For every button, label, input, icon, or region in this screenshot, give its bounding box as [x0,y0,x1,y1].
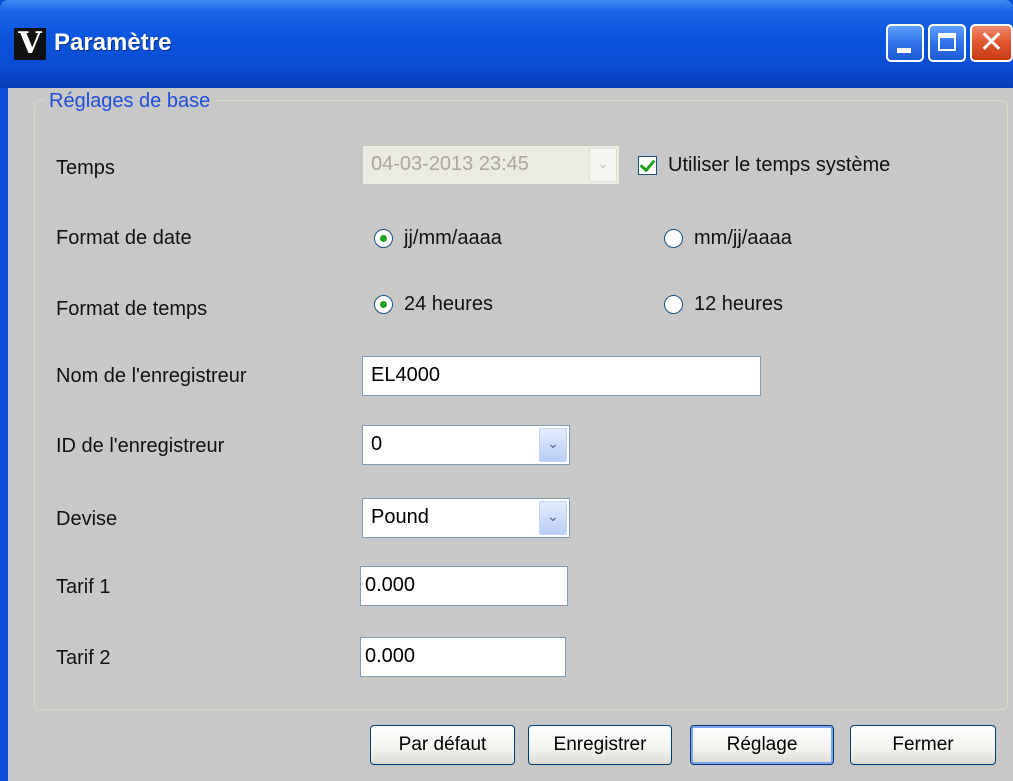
title-bar[interactable]: V Paramètre ✕ [0,0,1013,88]
settings-window: V Paramètre ✕ Réglages de base Temps 04-… [0,0,1013,781]
date-format-ddmmyyyy-label[interactable]: jj/mm/aaaa [404,227,502,250]
save-button[interactable]: Enregistrer [528,725,672,765]
tariff1-input[interactable]: 0.000 [360,566,568,606]
tariff2-value: 0.000 [365,645,416,667]
radio-selected-dot [380,301,387,308]
time-format-24h-label[interactable]: 24 heures [404,293,493,316]
currency-select[interactable]: Pound ⌄ [362,498,570,538]
dialog-body: Réglages de base Temps 04-03-2013 23:45 … [8,88,1013,781]
tariff1-value: 0.000 [365,574,416,596]
time-label: Temps [56,157,115,179]
logger-name-value: EL4000 [371,364,440,386]
logger-id-value: 0 [371,433,383,455]
radio-selected-dot [380,235,387,242]
time-format-12h-radio[interactable] [664,295,683,314]
window-title: Paramètre [54,29,172,56]
checkmark-icon [639,155,656,173]
logger-name-input[interactable]: EL4000 [362,356,761,396]
time-select: 04-03-2013 23:45 ⌄ [362,145,620,185]
chevron-down-icon: ⌄ [589,148,617,182]
minimize-button[interactable] [886,24,924,62]
date-format-mmddyyyy-radio[interactable] [664,229,683,248]
logger-name-label: Nom de l'enregistreur [56,365,247,387]
time-format-12h-label[interactable]: 12 heures [694,293,783,316]
app-logo-icon: V [14,28,46,60]
apply-button[interactable]: Réglage [690,725,834,765]
time-value: 04-03-2013 23:45 [371,153,529,175]
logger-id-label: ID de l'enregistreur [56,435,225,457]
maximize-icon [938,33,956,51]
currency-value: Pound [371,506,429,528]
currency-label: Devise [56,508,118,530]
basic-settings-group: Réglages de base [34,90,1008,710]
use-system-time-label[interactable]: Utiliser le temps système [668,154,890,177]
default-button[interactable]: Par défaut [370,725,515,765]
close-button[interactable]: Fermer [850,725,996,765]
logger-id-select[interactable]: 0 ⌄ [362,425,570,465]
time-format-label: Format de temps [56,298,208,320]
tariff2-input[interactable]: 0.000 [360,637,566,677]
chevron-down-icon[interactable]: ⌄ [539,501,567,535]
group-title: Réglages de base [45,90,215,113]
date-format-label: Format de date [56,227,192,249]
minimize-icon [897,48,911,53]
close-icon: ✕ [978,25,1005,60]
close-window-button[interactable]: ✕ [970,24,1013,62]
chevron-down-icon[interactable]: ⌄ [539,428,567,462]
use-system-time-checkbox[interactable] [638,155,657,175]
date-format-ddmmyyyy-radio[interactable] [374,229,393,248]
time-format-24h-radio[interactable] [374,295,393,314]
maximize-button[interactable] [928,24,966,62]
tariff1-label: Tarif 1 [56,576,111,598]
date-format-mmddyyyy-label[interactable]: mm/jj/aaaa [694,227,792,250]
tariff2-label: Tarif 2 [56,647,111,669]
